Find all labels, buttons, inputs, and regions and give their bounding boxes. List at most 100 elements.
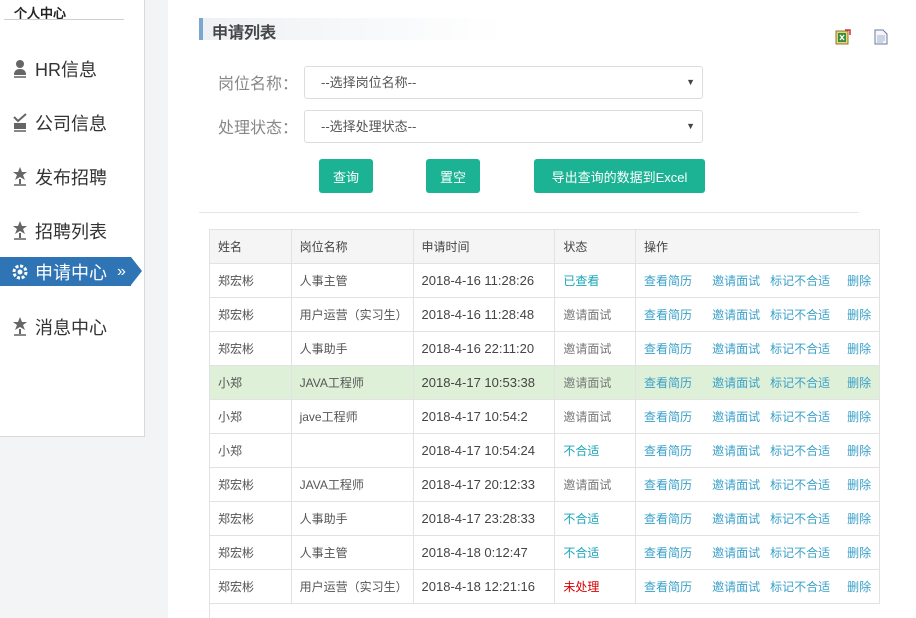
view-resume-link[interactable]: 查看简历 [644, 478, 692, 492]
position-name: JAVA工程师 [290, 365, 414, 400]
mark-unsuitable-link[interactable]: 标记不合适 [770, 376, 830, 390]
applicant-name: 郑宏彬 [209, 263, 292, 298]
mark-unsuitable-link[interactable]: 标记不合适 [770, 478, 830, 492]
view-resume-link[interactable]: 查看简历 [644, 444, 692, 458]
invite-interview-link[interactable]: 邀请面试 [712, 410, 760, 424]
view-resume-link[interactable]: 查看简历 [644, 512, 692, 526]
position-name-select[interactable]: --选择岗位名称-- ▼ [304, 66, 703, 99]
mark-unsuitable-link[interactable]: 标记不合适 [770, 546, 830, 560]
applicant-name: 小郑 [209, 433, 292, 468]
status-badge: 邀请面试 [554, 297, 637, 332]
row-actions: 查看简历 邀请面试 标记不合适 删除 [635, 569, 880, 604]
delete-link[interactable]: 删除 [847, 410, 871, 424]
process-status-label: 处理状态： [218, 120, 299, 137]
mark-unsuitable-link[interactable]: 标记不合适 [770, 410, 830, 424]
delete-link[interactable]: 删除 [847, 376, 871, 390]
view-resume-link[interactable]: 查看简历 [644, 308, 692, 322]
table-row: 小郑 JAVA工程师 2018-4-17 10:53:38 邀请面试 查看简历 邀请面试标… [209, 365, 880, 400]
user-icon [10, 58, 30, 80]
applicant-name: 郑宏彬 [209, 569, 292, 604]
sidebar-item-post-job[interactable]: 发布招聘 [0, 163, 145, 191]
invite-interview-link[interactable]: 邀请面试 [712, 546, 760, 560]
table-row: 郑宏彬 人事助手 2018-4-17 23:28:33 不合适 查看简历 邀请面试 标记不合… [209, 501, 880, 536]
view-resume-link[interactable]: 查看简历 [644, 410, 692, 424]
table-row: 郑宏彬 人事主管 2018-4-18 0:12:47 不合适 查看简历 邀请面试 标记不合适… [209, 535, 880, 570]
invite-interview-link[interactable]: 邀请面试 [712, 274, 760, 288]
invite-interview-link[interactable]: 邀请面试 [712, 444, 760, 458]
row-actions: 查看简历 邀请面试 标记不合适 删除 [635, 535, 880, 570]
document-icon[interactable] [874, 29, 890, 45]
position-name: 人事主管 [290, 535, 414, 570]
mark-unsuitable-link[interactable]: 标记不合适 [770, 444, 830, 458]
mark-unsuitable-link[interactable]: 标记不合适 [770, 512, 830, 526]
chevron-right-icon: » [117, 262, 126, 280]
delete-link[interactable]: 删除 [847, 342, 871, 356]
mark-unsuitable-link[interactable]: 标记不合适 [770, 274, 830, 288]
sidebar-item-hr-info[interactable]: HR信息 [0, 55, 145, 83]
delete-link[interactable]: 删除 [847, 444, 871, 458]
table-row: 小郑 jave工程师 2018-4-17 10:54:2 邀请面试 查看简历 邀请面试 标记… [209, 399, 880, 434]
status-badge: 邀请面试 [554, 467, 637, 502]
position-name: 人事助手 [290, 501, 414, 536]
position-name: JAVA工程师 [290, 467, 414, 502]
apply-time: 2018-4-18 12:21:16 [412, 569, 556, 604]
mark-unsuitable-link[interactable]: 标记不合适 [770, 342, 830, 356]
delete-link[interactable]: 删除 [847, 546, 871, 560]
delete-link[interactable]: 删除 [847, 308, 871, 322]
status-badge: 未处理 [554, 569, 637, 604]
invite-interview-link[interactable]: 邀请面试 [712, 342, 760, 356]
delete-link[interactable]: 删除 [847, 580, 871, 594]
invite-interview-link[interactable]: 邀请面试 [712, 478, 760, 492]
invite-interview-link[interactable]: 邀请面试 [712, 308, 760, 322]
applicant-name: 郑宏彬 [209, 467, 292, 502]
apply-time: 2018-4-16 11:28:26 [412, 263, 556, 298]
sidebar-item-company-info[interactable]: 公司信息 [0, 109, 145, 137]
applicant-name: 郑宏彬 [209, 331, 292, 366]
applicant-name: 小郑 [209, 365, 292, 400]
status-badge: 不合适 [554, 535, 637, 570]
query-button[interactable]: 查询 [319, 159, 373, 193]
reset-button[interactable]: 置空 [426, 159, 480, 193]
position-name-label: 岗位名称： [218, 76, 299, 93]
table-row: 郑宏彬 人事助手 2018-4-16 22:11:20 邀请面试 查看简历 邀请面试 标记不… [209, 331, 880, 366]
row-actions: 查看简历 邀请面试 标记不合适 删除 [635, 263, 880, 298]
applications-table: 姓名 岗位名称 申请时间 状态 操作 郑宏彬 人事主管 2018-4-16 11:2… [209, 229, 880, 604]
excel-export-icon[interactable] [835, 29, 851, 45]
star-pin-icon [10, 166, 30, 188]
column-header-apply-time: 申请时间 [412, 229, 556, 264]
view-resume-link[interactable]: 查看简历 [644, 580, 692, 594]
column-header-actions: 操作 [635, 229, 880, 264]
dropdown-arrow-icon: ▼ [686, 77, 695, 87]
view-resume-link[interactable]: 查看简历 [644, 342, 692, 356]
sidebar-item-application-center[interactable]: 申请中心 » [0, 257, 142, 286]
status-badge: 邀请面试 [554, 331, 637, 366]
position-name: jave工程师 [290, 399, 414, 434]
process-status-select[interactable]: --选择处理状态-- ▼ [304, 110, 703, 143]
view-resume-link[interactable]: 查看简历 [644, 274, 692, 288]
delete-link[interactable]: 删除 [847, 512, 871, 526]
invite-interview-link[interactable]: 邀请面试 [712, 376, 760, 390]
row-actions: 查看简历 邀请面试 标记不合适 删除 [635, 433, 880, 468]
row-actions: 查看简历 邀请面试 标记不合适 删除 [635, 297, 880, 332]
view-resume-link[interactable]: 查看简历 [644, 546, 692, 560]
status-badge: 已查看 [554, 263, 637, 298]
sidebar-item-message-center[interactable]: 消息中心 [0, 313, 145, 341]
apply-time: 2018-4-17 10:54:2 [412, 399, 556, 434]
view-resume-link[interactable]: 查看简历 [644, 376, 692, 390]
sidebar-title-divider [4, 19, 124, 20]
checklist-icon [10, 112, 30, 134]
delete-link[interactable]: 删除 [847, 274, 871, 288]
delete-link[interactable]: 删除 [847, 478, 871, 492]
invite-interview-link[interactable]: 邀请面试 [712, 580, 760, 594]
apply-time: 2018-4-17 23:28:33 [412, 501, 556, 536]
sidebar: 个人中心 HR信息 公司信息 发布招聘 招聘列表 申请中心 » 消息中心 [0, 0, 145, 437]
table-row: 郑宏彬 用户运营（实习生） 2018-4-18 12:21:16 未处理 查看简历 邀请面… [209, 569, 880, 604]
invite-interview-link[interactable]: 邀请面试 [712, 512, 760, 526]
mark-unsuitable-link[interactable]: 标记不合适 [770, 308, 830, 322]
column-header-name: 姓名 [209, 229, 292, 264]
export-excel-button[interactable]: 导出查询的数据到Excel [534, 159, 705, 193]
mark-unsuitable-link[interactable]: 标记不合适 [770, 580, 830, 594]
applicant-name: 郑宏彬 [209, 501, 292, 536]
sidebar-item-label: 招聘列表 [35, 222, 107, 242]
sidebar-item-job-list[interactable]: 招聘列表 [0, 217, 145, 245]
